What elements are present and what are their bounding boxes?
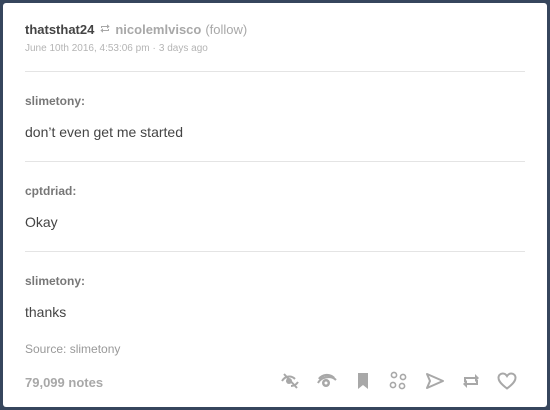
chat-speaker: slimetony: — [25, 274, 86, 288]
post-card: thatsthat24 nicolemlvisco (follow) June 10… — [3, 3, 547, 407]
nodes-icon — [389, 371, 407, 390]
follow-link[interactable]: (follow) — [205, 22, 247, 37]
post-header: thatsthat24 nicolemlvisco (follow) June 10… — [25, 21, 527, 54]
post-date[interactable]: June 10th 2016, 4:53:06 pm — [25, 43, 150, 54]
eye-slash-icon — [281, 373, 299, 389]
source-link[interactable]: Source: slimetony — [25, 342, 120, 356]
share-button[interactable] — [417, 369, 453, 393]
post-actions — [273, 369, 525, 393]
source-user-link[interactable]: nicolemlvisco — [115, 22, 201, 37]
eye-icon — [317, 373, 337, 387]
chat-message: Okay — [25, 214, 58, 230]
reblog-button[interactable] — [453, 369, 489, 393]
bookmark-icon — [358, 373, 368, 389]
notes-button[interactable] — [381, 369, 417, 393]
reblog-icon — [463, 374, 479, 388]
divider — [25, 251, 525, 252]
separator: · — [152, 42, 156, 54]
chat-speaker: slimetony: — [25, 94, 86, 108]
relative-time: 3 days ago — [158, 42, 208, 54]
chat-message: don’t even get me started — [25, 124, 183, 140]
divider — [25, 71, 525, 72]
reblog-icon — [99, 21, 111, 39]
hide-button[interactable] — [273, 369, 309, 393]
send-icon — [426, 373, 444, 389]
chat-speaker: cptdriad: — [25, 184, 77, 198]
chat-message: thanks — [25, 304, 67, 320]
reblogger-link[interactable]: thatsthat24 — [25, 22, 94, 37]
notes-count[interactable]: 79,099 notes — [25, 375, 103, 390]
timestamp: June 10th 2016, 4:53:06 pm · 3 days ago — [25, 43, 527, 54]
heart-icon — [497, 372, 517, 390]
like-button[interactable] — [489, 369, 525, 393]
bookmark-button[interactable] — [345, 369, 381, 393]
view-button[interactable] — [309, 369, 345, 393]
divider — [25, 161, 525, 162]
